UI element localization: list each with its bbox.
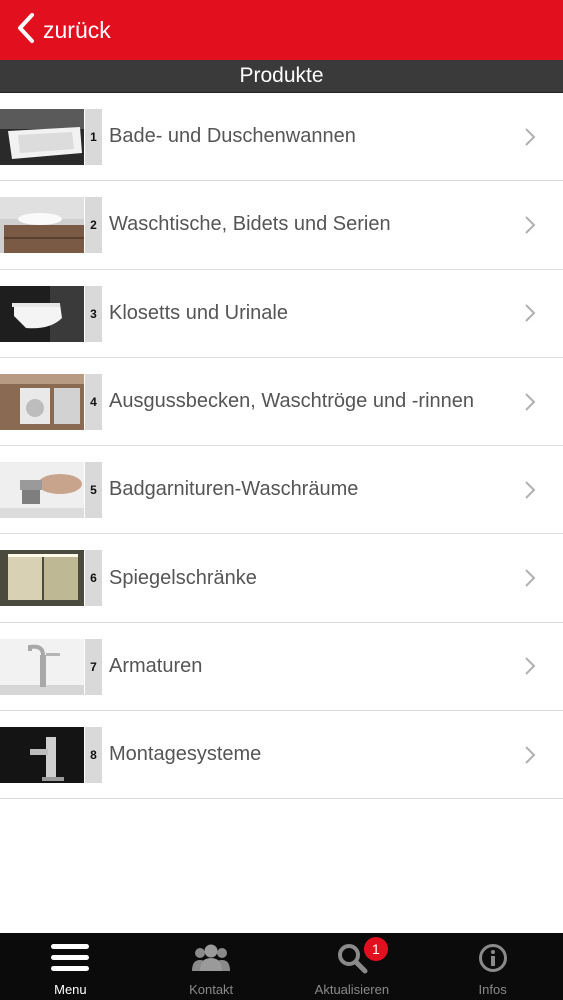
- product-row-fittings[interactable]: 7 Armaturen: [0, 623, 563, 712]
- chevron-left-icon: [16, 12, 36, 49]
- accessory-thumbnail: [0, 462, 84, 519]
- tab-label: Kontakt: [189, 982, 234, 997]
- app-header: zurück: [0, 0, 563, 60]
- back-button[interactable]: zurück: [0, 0, 111, 60]
- bottom-tab-bar: Menu Kontakt 1 Aktualisieren Infos: [0, 933, 563, 1000]
- product-row-mirror-cabinets[interactable]: 6 Spiegelschränke: [0, 534, 563, 623]
- product-label: Spiegelschränke: [109, 566, 257, 589]
- product-label: Bade- und Duschenwannen: [109, 125, 356, 148]
- product-row-bathtubs[interactable]: 1 Bade- und Duschenwannen: [0, 93, 563, 182]
- product-number: 6: [85, 550, 102, 607]
- product-number: 3: [85, 285, 102, 342]
- product-number: 1: [85, 109, 102, 165]
- toilet-thumbnail: [0, 285, 84, 342]
- product-row-sinks[interactable]: 4 Ausgussbecken, Waschtröge und -rinnen: [0, 358, 563, 447]
- utility-sink-thumbnail: [0, 373, 84, 430]
- tab-contact[interactable]: Kontakt: [141, 933, 282, 1000]
- chevron-right-icon: [525, 304, 536, 322]
- chevron-right-icon: [525, 569, 536, 587]
- notification-badge: 1: [363, 937, 388, 961]
- bathtub-thumbnail: [0, 109, 84, 165]
- product-number: 5: [85, 462, 102, 519]
- info-icon: [478, 938, 508, 978]
- chevron-right-icon: [525, 657, 536, 676]
- product-number: 8: [85, 727, 102, 784]
- tab-label: Infos: [478, 982, 507, 997]
- product-list: 1 Bade- und Duschenwannen 2 Waschtische,…: [0, 93, 563, 800]
- faucet-thumbnail: [0, 638, 84, 695]
- product-number: 2: [85, 197, 102, 254]
- tab-infos[interactable]: Infos: [422, 933, 563, 1000]
- mirror-cabinet-thumbnail: [0, 550, 84, 607]
- chevron-right-icon: [525, 481, 536, 499]
- search-icon: [336, 938, 368, 978]
- chevron-right-icon: [525, 127, 536, 146]
- page-title: Produkte: [0, 60, 563, 93]
- product-row-washbasins[interactable]: 2 Waschtische, Bidets und Serien: [0, 181, 563, 270]
- tab-label: Aktualisieren: [314, 982, 390, 997]
- product-row-mounting-systems[interactable]: 8 Montagesysteme: [0, 711, 563, 800]
- product-label: Montagesysteme: [109, 743, 262, 766]
- contacts-icon: [190, 938, 232, 978]
- product-number: 7: [85, 638, 102, 695]
- mounting-system-thumbnail: [0, 727, 84, 784]
- tab-update[interactable]: 1 Aktualisieren: [282, 933, 423, 1000]
- chevron-right-icon: [525, 392, 536, 411]
- back-label: zurück: [43, 16, 111, 43]
- product-label: Ausgussbecken, Waschtröge und -rinnen: [109, 390, 475, 413]
- product-label: Armaturen: [109, 654, 203, 677]
- product-label: Badgarnituren-Waschräume: [109, 478, 359, 501]
- tab-menu[interactable]: Menu: [0, 933, 141, 1000]
- product-row-accessories[interactable]: 5 Badgarnituren-Waschräume: [0, 446, 563, 535]
- product-label: Waschtische, Bidets und Serien: [109, 213, 391, 236]
- product-label: Klosetts und Urinale: [109, 301, 288, 324]
- product-number: 4: [85, 373, 102, 430]
- tab-label: Menu: [54, 982, 87, 997]
- chevron-right-icon: [525, 746, 536, 764]
- washbasin-thumbnail: [0, 197, 84, 254]
- menu-icon: [51, 938, 90, 978]
- product-row-toilets[interactable]: 3 Klosetts und Urinale: [0, 270, 563, 358]
- chevron-right-icon: [525, 216, 536, 234]
